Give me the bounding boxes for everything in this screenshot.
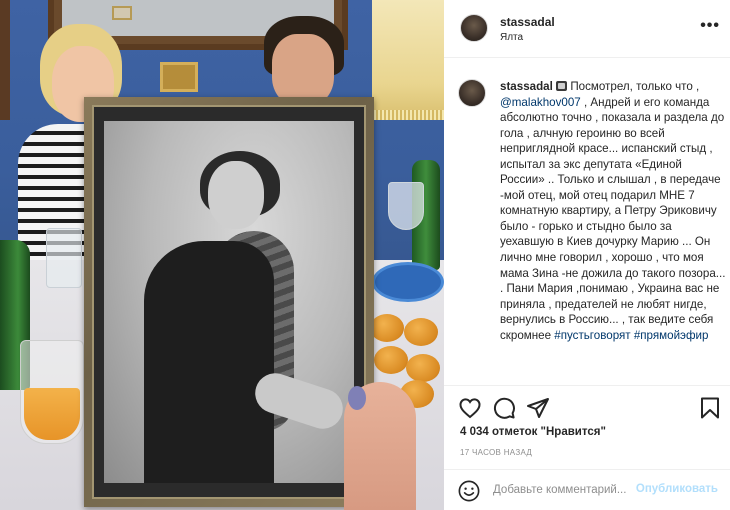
caption-username[interactable]: stassadal bbox=[500, 80, 553, 93]
caption-prefix: Посмотрел, только что , bbox=[567, 80, 700, 93]
post-actions bbox=[444, 385, 730, 429]
heart-icon[interactable] bbox=[458, 396, 482, 420]
post-location[interactable]: Ялта bbox=[500, 32, 523, 43]
avatar[interactable] bbox=[460, 14, 488, 42]
photo-nail bbox=[348, 386, 366, 410]
photo-wall-picture bbox=[160, 62, 198, 92]
photo-lampshade bbox=[372, 0, 444, 120]
post-timestamp[interactable]: 17 ЧАСОВ НАЗАД bbox=[460, 448, 532, 457]
photo-glass-right bbox=[388, 182, 424, 230]
post-photo[interactable] bbox=[0, 0, 444, 510]
add-comment-bar: Опубликовать bbox=[444, 469, 730, 510]
photo-framed-portrait bbox=[84, 97, 374, 507]
photo-orange-drink bbox=[24, 388, 80, 440]
post-caption: stassadal Посмотрел, только что , @malak… bbox=[500, 79, 726, 343]
photo-glass-left bbox=[46, 228, 82, 288]
caption-hashtags-link[interactable]: #пустьговорят #прямойэфир bbox=[554, 329, 708, 342]
film-emoji-icon bbox=[556, 81, 568, 91]
post-header: stassadal Ялта ••• bbox=[444, 0, 730, 58]
more-icon[interactable]: ••• bbox=[700, 17, 720, 35]
emoji-icon[interactable] bbox=[458, 480, 480, 502]
comment-icon[interactable] bbox=[492, 396, 516, 420]
caption-avatar[interactable] bbox=[458, 79, 486, 107]
bookmark-icon[interactable] bbox=[698, 396, 722, 420]
comments-area[interactable]: stassadal Посмотрел, только что , @malak… bbox=[444, 59, 730, 385]
photo-blue-plate bbox=[372, 262, 444, 302]
photo-small-picture bbox=[112, 6, 132, 20]
likes-count[interactable]: 4 034 отметок "Нравится" bbox=[460, 426, 606, 438]
post-author-username[interactable]: stassadal bbox=[500, 15, 555, 29]
post-sidebar: stassadal Ялта ••• stassadal Посмотрел, … bbox=[444, 0, 730, 510]
caption-body: , Андрей и его команда абсолютно точно ,… bbox=[500, 95, 726, 342]
caption-mention-link[interactable]: @malakhov007 bbox=[500, 96, 581, 109]
photo-man bbox=[258, 14, 348, 106]
photo-portrait-bw bbox=[104, 121, 354, 483]
photo-curtain bbox=[0, 0, 10, 120]
publish-button[interactable]: Опубликовать bbox=[636, 483, 718, 495]
photo-lampshade-fringe bbox=[368, 110, 444, 120]
share-icon[interactable] bbox=[526, 396, 550, 420]
